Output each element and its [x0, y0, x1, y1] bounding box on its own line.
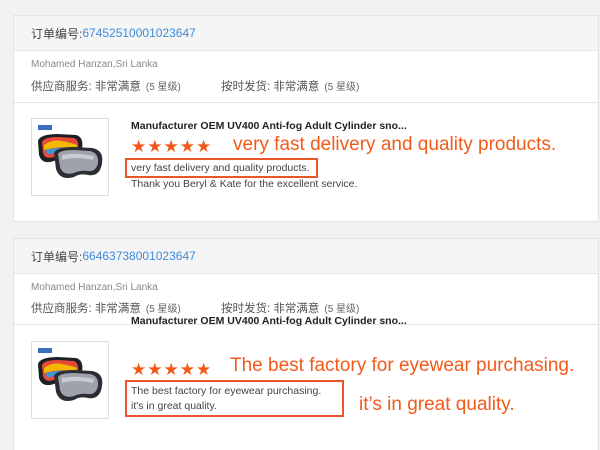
on-time-shipping-rating: 按时发货: 非常满意 [221, 303, 320, 315]
product-title-link[interactable]: Manufacturer OEM UV400 Anti-fog Adult Cy… [131, 120, 407, 132]
order-header: 订单编号: 66463738001023647 [14, 239, 598, 274]
ski-goggles-image [38, 348, 103, 401]
supplier-service-grade: (5 星级) [145, 304, 181, 315]
star-rating: ★★★★★ [131, 360, 213, 379]
supplier-service-rating: 供应商服务: 非常满意 [31, 81, 141, 93]
order-number-link[interactable]: 67452510001023647 [82, 26, 195, 40]
on-time-shipping-rating-group: 按时发货: 非常满意 (5 星级) [221, 300, 359, 316]
divider [14, 102, 598, 103]
on-time-shipping-grade: (5 星级) [324, 304, 360, 315]
order-number-label: 订单编号: [31, 249, 83, 264]
review-line: The best factory for eyewear purchasing. [131, 385, 322, 397]
product-thumbnail[interactable] [31, 341, 109, 419]
on-time-shipping-rating: 按时发货: 非常满意 [221, 81, 320, 93]
annotation-text: it’s in great quality. [359, 394, 515, 415]
order-number-link[interactable]: 66463738001023647 [82, 249, 195, 263]
buyer-name: Mohamed Hanzan,Sri Lanka [31, 282, 158, 293]
service-ratings: 供应商服务: 非常满意 (5 星级) 按时发货: 非常满意 (5 星级) [31, 78, 359, 94]
supplier-service-grade: (5 星级) [145, 82, 181, 93]
annotation-text: very fast delivery and quality products. [233, 134, 557, 155]
service-ratings: 供应商服务: 非常满意 (5 星级) 按时发货: 非常满意 (5 星级) [31, 300, 359, 316]
on-time-shipping-rating-group: 按时发货: 非常满意 (5 星级) [221, 78, 359, 94]
on-time-shipping-grade: (5 星级) [324, 82, 360, 93]
review-line: Thank you Beryl & Kate for the excellent… [131, 178, 358, 190]
buyer-name: Mohamed Hanzan,Sri Lanka [31, 59, 158, 70]
review-line: it's in great quality. [131, 400, 217, 412]
order-number-label: 订单编号: [31, 26, 83, 41]
review-line: very fast delivery and quality products. [131, 162, 310, 174]
product-title-text[interactable]: Manufacturer OEM UV400 Anti-fog Adult Cy… [131, 315, 407, 327]
product-thumbnail[interactable] [31, 118, 109, 196]
annotation-text: The best factory for eyewear purchasing. [230, 355, 575, 376]
order-header: 订单编号: 67452510001023647 [14, 16, 598, 51]
supplier-service-rating: 供应商服务: 非常满意 [31, 303, 141, 315]
ski-goggles-image [38, 125, 103, 178]
order-card: 订单编号: 66463738001023647 Mohamed Hanzan,S… [13, 238, 599, 450]
order-card: 订单编号: 67452510001023647 Mohamed Hanzan,S… [13, 15, 599, 222]
star-rating: ★★★★★ [131, 137, 213, 156]
